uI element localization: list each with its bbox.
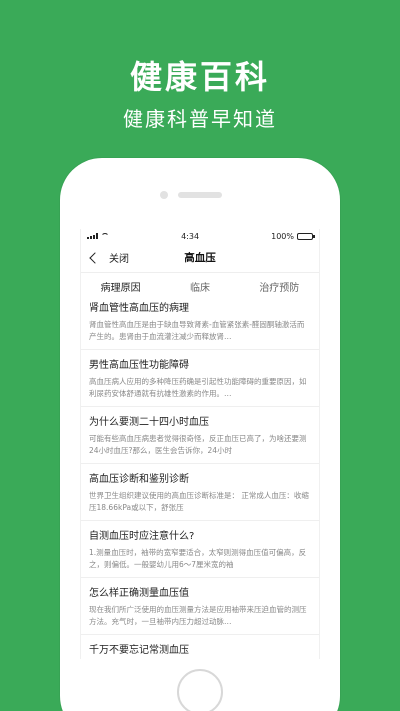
list-item-title: 肾血管性高血压的病理 — [89, 303, 189, 314]
list-item-title: 男性高血压性功能障碍 — [89, 360, 189, 371]
status-left — [87, 233, 109, 239]
list-item-desc: 现在我们所广泛使用的血压测量方法是应用袖带来压迫血管的测压方法。充气时，一旦袖带… — [89, 605, 307, 626]
list-item-desc: 肾血管性高血压是由于缺血导致肾素-血管紧张素-醛固酮轴激活而产生的。患肾由于血流… — [89, 320, 305, 341]
list-item[interactable]: 高血压诊断和鉴别诊断 世界卫生组织建议使用的高血压诊断标准是： 正常成人血压：收… — [81, 464, 319, 521]
list-item-desc: 世界卫生组织建议使用的高血压诊断标准是： 正常成人血压：收缩压18.66kPa或… — [89, 491, 309, 512]
home-button[interactable] — [177, 669, 223, 711]
hero-subtitle: 健康科普早知道 — [123, 107, 277, 131]
list-item-title: 千万不要忘记常测血压 — [89, 645, 189, 656]
status-time: 4:34 — [181, 231, 200, 241]
list-item-title: 自测血压时应注意什么? — [89, 531, 195, 542]
nav-bar: 关闭 高血压 — [81, 243, 319, 273]
list-item[interactable]: 自测血压时应注意什么? 1.测量血压时，袖带的宽窄要适合，太窄则测得血压值可偏高… — [81, 521, 319, 578]
list-item-desc: 可能有些高血压病患者觉得很奇怪，反正血压已高了，为啥还要测24小时血压?那么，医… — [89, 434, 307, 455]
wifi-icon — [101, 233, 109, 239]
list-item-title: 为什么要测二十四小时血压 — [89, 417, 209, 428]
article-list: 肾血管性高血压的病理 肾血管性高血压是由于缺血导致肾素-血管紧张素-醛固酮轴激活… — [81, 293, 319, 659]
list-item[interactable]: 为什么要测二十四小时血压 可能有些高血压病患者觉得很奇怪，反正血压已高了，为啥还… — [81, 407, 319, 464]
status-bar: 4:34 100% — [81, 229, 319, 243]
list-item-desc: 1.测量血压时，袖带的宽窄要适合，太窄则测得血压值可偏高，反之，则偏低。一般婴幼… — [89, 548, 307, 569]
list-item-title: 高血压诊断和鉴别诊断 — [89, 474, 189, 485]
phone-speaker — [178, 192, 222, 198]
status-right: 100% — [271, 231, 315, 241]
phone-camera — [160, 191, 168, 199]
list-item[interactable]: 怎么样正确测量血压值 现在我们所广泛使用的血压测量方法是应用袖带来压迫血管的测压… — [81, 578, 319, 635]
list-item[interactable]: 男性高血压性功能障碍 高血压病人应用的多种降压药确是引起性功能障碍的重要原因，如… — [81, 350, 319, 407]
list-item[interactable]: 肾血管性高血压的病理 肾血管性高血压是由于缺血导致肾素-血管紧张素-醛固酮轴激活… — [81, 293, 319, 350]
signal-icon — [87, 233, 98, 239]
battery-percent: 100% — [271, 231, 294, 241]
list-item-title: 怎么样正确测量血压值 — [89, 588, 189, 599]
close-button[interactable]: 关闭 — [109, 250, 129, 265]
list-item[interactable]: 千万不要忘记常测血压 — [81, 635, 319, 659]
list-item-desc: 高血压病人应用的多种降压药确是引起性功能障碍的重要原因，如利尿药安体舒通就有抗雄… — [89, 377, 307, 398]
phone-screen: 4:34 100% 关闭 高血压 病理原因 临床 治疗预防 肾血管性高血压的病理… — [80, 229, 320, 659]
hero-title: 健康百科 — [129, 58, 270, 96]
back-icon[interactable] — [89, 251, 101, 264]
battery-icon — [297, 232, 315, 240]
